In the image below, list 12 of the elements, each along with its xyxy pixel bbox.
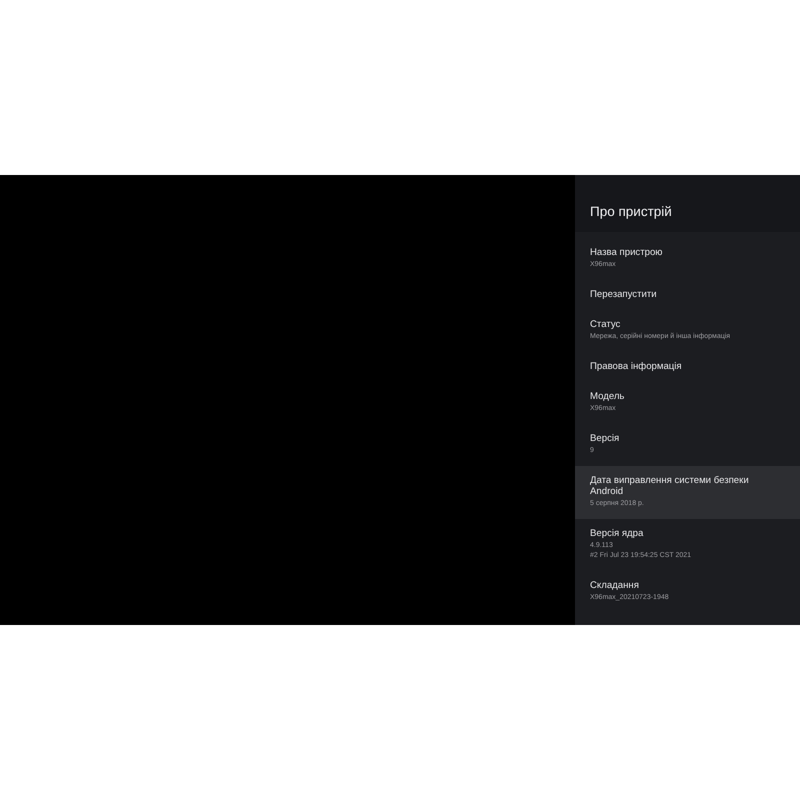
item-title: Версія: [590, 433, 620, 444]
item-title: Версія ядра: [590, 528, 644, 539]
item-title: Дата виправлення системи безпеки Android: [590, 475, 750, 497]
settings-item[interactable]: Правова інформація: [575, 352, 800, 382]
item-title: Статус: [590, 319, 622, 330]
item-title: Правова інформація: [590, 361, 683, 372]
item-title: Модель: [590, 391, 626, 402]
item-title: Складання: [590, 580, 640, 591]
item-title: Перезапустити: [590, 289, 658, 300]
panel-title: Про пристрій: [590, 205, 673, 219]
item-title: Назва пристрою: [590, 247, 664, 258]
settings-item[interactable]: Перезапустити: [575, 280, 800, 310]
